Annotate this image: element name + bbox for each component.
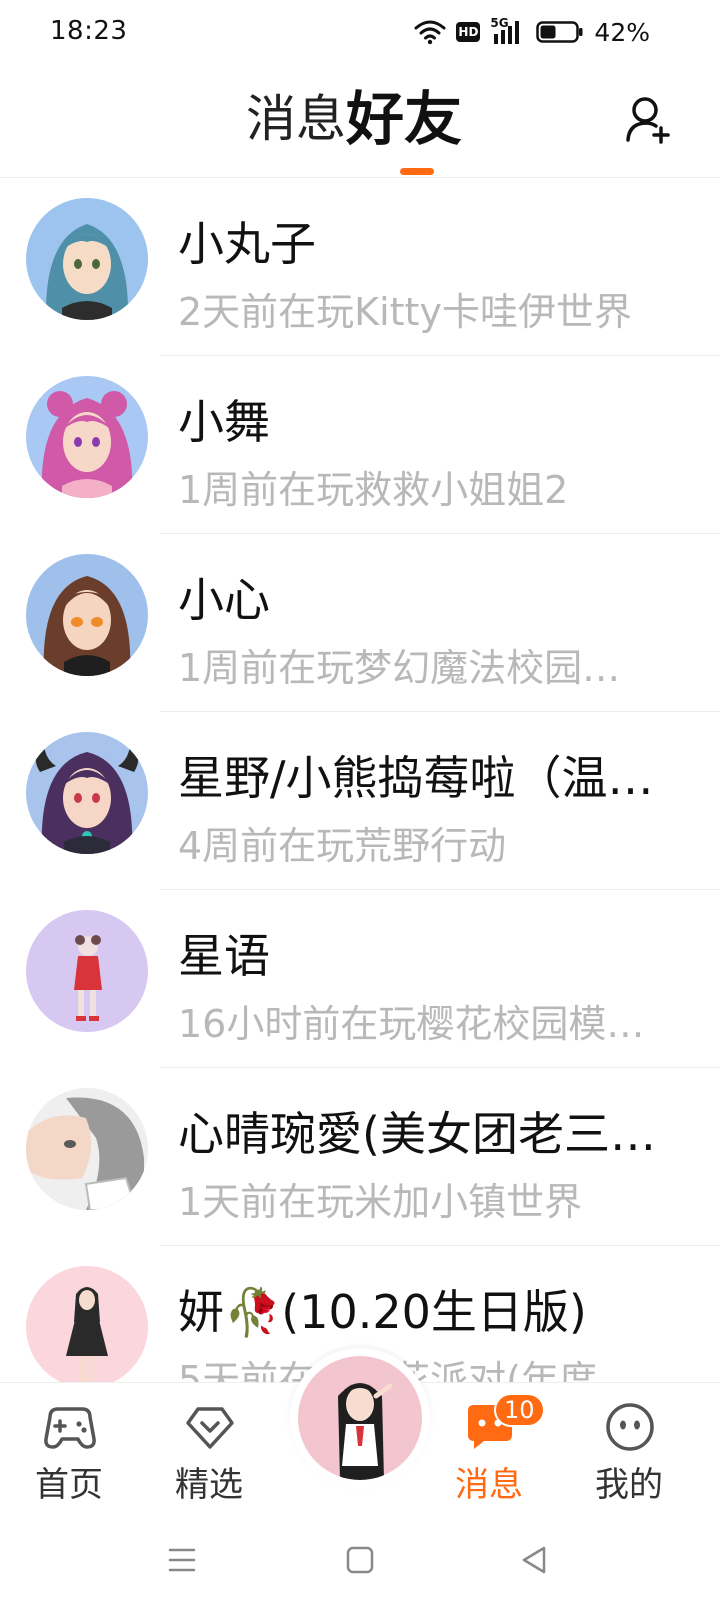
wifi-icon: [414, 20, 446, 45]
nav-label-home: 首页: [35, 1465, 103, 1505]
menu-icon[interactable]: [162, 1540, 202, 1580]
nav-item-featured[interactable]: 精选: [154, 1399, 264, 1505]
nav-label-profile: 我的: [595, 1465, 663, 1505]
friend-name: 星野/小熊捣莓啦（温…: [178, 751, 654, 805]
friend-status: 1天前在玩米加小镇世界: [178, 1180, 583, 1224]
avatar[interactable]: [26, 732, 148, 854]
friend-status: 1周前在玩梦幻魔法校园…: [178, 646, 621, 690]
friend-status: 4周前在玩荒野行动: [178, 824, 507, 868]
signal-bars-icon: [494, 21, 520, 44]
nav-item-home[interactable]: 首页: [14, 1399, 124, 1505]
friend-status: 2天前在玩Kitty卡哇伊世界: [178, 290, 632, 334]
gamepad-icon: [44, 1407, 96, 1449]
friend-item[interactable]: 星野/小熊捣莓啦（温… 4周前在玩荒野行动: [0, 712, 720, 890]
nav-label-featured: 精选: [175, 1465, 243, 1505]
friend-status: 1周前在玩救救小姐姐2: [178, 468, 569, 512]
add-user-icon[interactable]: [625, 94, 677, 146]
back-icon[interactable]: [514, 1540, 554, 1580]
friend-item[interactable]: 心晴琬愛(美女团老三… 1天前在玩米加小镇世界: [0, 1068, 720, 1246]
nav-item-messages[interactable]: 10 消息: [434, 1393, 545, 1505]
friend-item[interactable]: 小丸子 2天前在玩Kitty卡哇伊世界: [0, 178, 720, 356]
center-avatar-button[interactable]: [290, 1348, 430, 1488]
hd-badge: HD: [456, 22, 481, 42]
active-tab-indicator: [400, 168, 434, 175]
status-time: 18:23: [50, 16, 128, 46]
battery-icon: [536, 21, 583, 43]
nav-label-messages: 消息: [455, 1465, 523, 1505]
tab-friends[interactable]: 好友: [346, 88, 462, 150]
avatar[interactable]: [26, 376, 148, 498]
friend-name: 星语: [178, 929, 270, 983]
avatar[interactable]: [26, 1266, 148, 1382]
smiley-face-icon: [606, 1403, 654, 1451]
friend-status: 5天前在玩樱花派对(年度…: [178, 1356, 678, 1382]
friend-status: 16小时前在玩樱花校园模…: [178, 1002, 645, 1046]
avatar: [298, 1356, 422, 1480]
system-nav-bar: [0, 1508, 720, 1612]
friend-item[interactable]: 小心 1周前在玩梦幻魔法校园…: [0, 534, 720, 712]
header: 消息 好友: [0, 64, 720, 178]
avatar[interactable]: [26, 1088, 148, 1210]
friend-item[interactable]: 星语 16小时前在玩樱花校园模…: [0, 890, 720, 1068]
friend-name: 小心: [178, 573, 270, 627]
status-icons: HD 5G 42%: [414, 16, 650, 48]
home-icon[interactable]: [340, 1540, 380, 1580]
header-tabs: 消息 好友: [246, 88, 462, 150]
heart-gem-icon: [186, 1407, 234, 1449]
friend-list[interactable]: 小丸子 2天前在玩Kitty卡哇伊世界 小舞 1周前在玩救救小姐姐2 小心 1周…: [0, 178, 720, 1382]
signal-5g: 5G: [490, 16, 526, 46]
battery-percent: 42%: [594, 17, 650, 47]
nav-item-profile[interactable]: 我的: [574, 1399, 684, 1505]
friend-name: 心晴琬愛(美女团老三…: [178, 1107, 656, 1161]
friend-name: 小丸子: [178, 217, 316, 271]
friend-item[interactable]: 小舞 1周前在玩救救小姐姐2: [0, 356, 720, 534]
friend-name: 小舞: [178, 395, 270, 449]
tab-messages[interactable]: 消息: [246, 88, 346, 150]
message-count-badge: 10: [494, 1393, 545, 1427]
avatar[interactable]: [26, 198, 148, 320]
avatar[interactable]: [26, 554, 148, 676]
status-bar: 18:23 HD 5G 42%: [0, 0, 720, 64]
avatar[interactable]: [26, 910, 148, 1032]
friend-name: 妍🥀(10.20生日版): [178, 1285, 587, 1339]
